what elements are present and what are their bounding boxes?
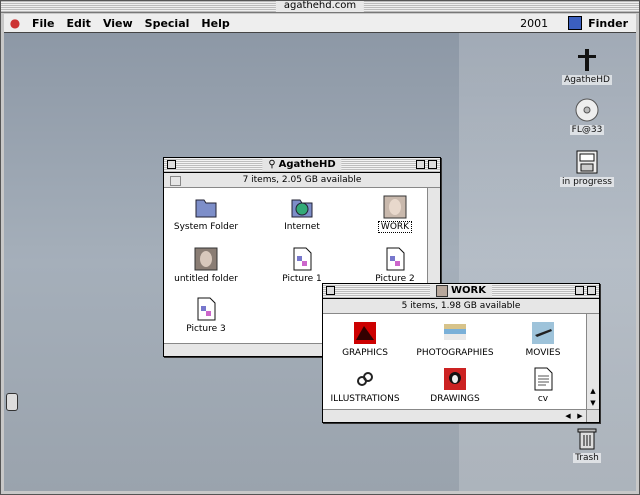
item-label: WORK [377, 221, 413, 233]
photographies-thumbnail-icon [442, 320, 468, 346]
vertical-scrollbar[interactable]: ▲ ▼ [586, 314, 599, 409]
folder-system[interactable]: System Folder [164, 194, 248, 232]
folder-movies[interactable]: MOVIES [503, 320, 583, 358]
hard-drive-figure-icon: ⚲ [268, 159, 276, 170]
drawer-tab-icon[interactable] [6, 393, 18, 411]
apple-menu-icon[interactable]: ● [4, 16, 26, 30]
chain-link-icon [352, 366, 378, 392]
menu-edit[interactable]: Edit [61, 17, 97, 30]
menu-view[interactable]: View [97, 17, 139, 30]
portrait-thumbnail-icon [436, 285, 449, 297]
desktop-icon-label: in progress [560, 177, 614, 187]
desktop-icon-label: FL@33 [569, 125, 605, 135]
window-title-bar[interactable]: ⚲ AgatheHD [164, 158, 440, 173]
desktop[interactable]: AgatheHD FL@33 in progress Trash ⚲ Agath… [4, 33, 636, 491]
item-label: ILLUSTRATIONS [330, 394, 400, 404]
hard-drive-figure-icon [574, 47, 600, 73]
item-label: cv [537, 394, 549, 404]
resize-grip[interactable] [586, 409, 599, 422]
item-label: PHOTOGRAPHIES [416, 348, 494, 358]
horizontal-scrollbar[interactable]: ◀ ▶ [323, 409, 586, 422]
menu-right: 2001 Finder [520, 16, 636, 30]
grid-icon [170, 176, 181, 186]
window-content: GRAPHICS PHOTOGRAPHIES MOVIES ILLUSTRATI… [323, 314, 586, 409]
desktop-icon-in-progress[interactable]: in progress [552, 149, 622, 187]
menu-year: 2001 [520, 16, 549, 30]
picture-file-icon [289, 246, 315, 272]
portrait-thumbnail-icon [382, 194, 408, 220]
folder-graphics[interactable]: GRAPHICS [323, 320, 407, 358]
close-box[interactable] [167, 160, 176, 169]
window-info-text: 7 items, 2.05 GB available [242, 175, 362, 185]
item-label: MOVIES [525, 348, 561, 358]
menu-special[interactable]: Special [139, 17, 196, 30]
trash-icon [574, 425, 600, 451]
menu-help[interactable]: Help [195, 17, 235, 30]
item-label: Picture 3 [186, 324, 226, 334]
file-picture-1[interactable]: Picture 1 [260, 246, 344, 284]
zip-disk-icon [574, 149, 600, 175]
browser-title: agathehd.com [275, 0, 365, 12]
scroll-right-arrow-icon[interactable]: ▶ [574, 410, 586, 422]
portrait-thumbnail-icon [193, 246, 219, 272]
folder-photographies[interactable]: PHOTOGRAPHIES [413, 320, 497, 358]
desktop-icon-label: Trash [573, 453, 601, 463]
window-info-bar: 5 items, 1.98 GB available [323, 299, 599, 314]
folder-drawings[interactable]: DRAWINGS [413, 366, 497, 404]
scroll-left-arrow-icon[interactable]: ◀ [562, 410, 574, 422]
movies-thumbnail-icon [530, 320, 556, 346]
desktop-icon-cd[interactable]: FL@33 [552, 97, 622, 135]
item-label: DRAWINGS [430, 394, 480, 404]
picture-file-icon [193, 296, 219, 322]
file-cv[interactable]: cv [503, 366, 583, 404]
scroll-down-arrow-icon[interactable]: ▼ [587, 397, 599, 409]
file-picture-2[interactable]: Picture 2 [360, 246, 430, 284]
zoom-box[interactable] [575, 286, 584, 295]
desktop-icon-label: AgatheHD [562, 75, 612, 85]
folder-work[interactable]: WORK [360, 194, 430, 233]
folder-untitled[interactable]: untitled folder [164, 246, 248, 284]
item-label: GRAPHICS [342, 348, 388, 358]
folder-internet[interactable]: Internet [260, 194, 344, 232]
item-label: Picture 1 [282, 274, 322, 284]
menu-app-name[interactable]: Finder [588, 17, 628, 30]
system-folder-icon [193, 194, 219, 220]
collapse-box[interactable] [428, 160, 437, 169]
folder-illustrations[interactable]: ILLUSTRATIONS [323, 366, 407, 404]
window-title-text: AgatheHD [278, 159, 336, 170]
window-title: WORK [430, 285, 492, 297]
collapse-box[interactable] [587, 286, 596, 295]
file-picture-3[interactable]: Picture 3 [164, 296, 248, 334]
window-title: ⚲ AgatheHD [262, 159, 342, 171]
menu-file[interactable]: File [26, 17, 61, 30]
document-icon [530, 366, 556, 392]
item-label: untitled folder [174, 274, 238, 284]
window-title-text: WORK [451, 285, 486, 296]
item-label: Internet [284, 222, 320, 232]
internet-folder-icon [289, 194, 315, 220]
drawings-thumbnail-icon [442, 366, 468, 392]
picture-file-icon [382, 246, 408, 272]
zoom-box[interactable] [416, 160, 425, 169]
menu-bar: ● File Edit View Special Help 2001 Finde… [4, 14, 636, 33]
cd-icon [574, 97, 600, 123]
window-info-bar: 7 items, 2.05 GB available [164, 173, 440, 188]
browser-title-bar: agathehd.com [0, 0, 640, 13]
finder-icon[interactable] [568, 16, 583, 30]
desktop-icon-trash[interactable]: Trash [552, 425, 622, 463]
work-window[interactable]: WORK 5 items, 1.98 GB available GRAPHICS… [322, 283, 600, 423]
window-title-bar[interactable]: WORK [323, 284, 599, 299]
graphics-thumbnail-icon [352, 320, 378, 346]
window-info-text: 5 items, 1.98 GB available [401, 301, 521, 311]
desktop-icon-agathehd[interactable]: AgatheHD [552, 47, 622, 85]
item-label: System Folder [173, 222, 239, 232]
scroll-up-arrow-icon[interactable]: ▲ [587, 385, 599, 397]
close-box[interactable] [326, 286, 335, 295]
